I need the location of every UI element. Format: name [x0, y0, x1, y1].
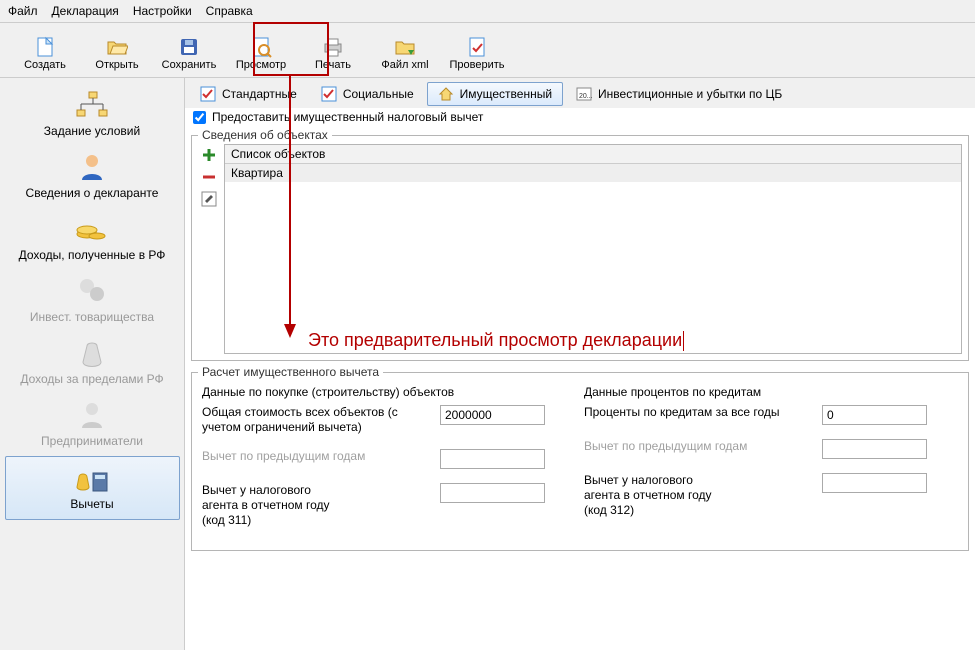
- tab-label: Имущественный: [460, 87, 552, 101]
- objects-toolbar: [198, 144, 220, 354]
- save-button[interactable]: Сохранить: [154, 27, 224, 73]
- remove-object-button[interactable]: [200, 168, 218, 186]
- xml-button[interactable]: Файл xml: [370, 27, 440, 73]
- grant-checkbox-row: Предоставить имущественный налоговый выч…: [185, 108, 975, 126]
- print-button[interactable]: Печать: [298, 27, 368, 73]
- create-button[interactable]: Создать: [10, 27, 80, 73]
- person-icon: [5, 150, 180, 184]
- objects-list[interactable]: Список объектов Квартира: [224, 144, 962, 354]
- calc-left-column: Данные по покупке (строительству) объект…: [202, 383, 576, 542]
- menu-settings[interactable]: Настройки: [133, 4, 192, 18]
- sidebar-label: Сведения о декларанте: [26, 186, 159, 200]
- col-title: Данные по покупке (строительству) объект…: [202, 383, 576, 405]
- preview-label: Просмотр: [236, 59, 286, 71]
- interest-label: Проценты по кредитам за все годы: [584, 405, 814, 420]
- preview-button[interactable]: Просмотр: [226, 27, 296, 73]
- objects-legend: Сведения об объектах: [198, 128, 332, 142]
- sidebar-item-conditions[interactable]: Задание условий: [5, 84, 180, 146]
- open-button[interactable]: Открыть: [82, 27, 152, 73]
- sidebar-label: Предприниматели: [41, 434, 143, 448]
- annotation-text: Это предварительный просмотр декларации: [308, 330, 684, 351]
- sidebar-label: Инвест. товарищества: [30, 310, 154, 324]
- deduction-tabs: Стандартные Социальные Имущественный 20.…: [185, 78, 975, 108]
- sidebar-item-income-abroad: Доходы за пределами РФ: [5, 332, 180, 394]
- edit-object-button[interactable]: [200, 190, 218, 208]
- agent-312-input[interactable]: [822, 473, 927, 493]
- prev-years-label: Вычет по предыдущим годам: [202, 449, 432, 464]
- total-cost-label: Общая стоимость всех объектов (с учетом …: [202, 405, 432, 435]
- xml-label: Файл xml: [381, 59, 428, 71]
- toolbar: Создать Открыть Сохранить Просмотр Печат…: [0, 23, 975, 78]
- tab-social[interactable]: Социальные: [310, 82, 425, 106]
- main-area: Стандартные Социальные Имущественный 20.…: [185, 78, 975, 650]
- sidebar-item-declarant[interactable]: Сведения о декларанте: [5, 146, 180, 208]
- objects-list-header: Список объектов: [225, 145, 961, 164]
- tab-label: Инвестиционные и убытки по ЦБ: [598, 87, 782, 101]
- preview-icon: [249, 35, 273, 59]
- check-label: Проверить: [449, 59, 504, 71]
- prev-years-int-label: Вычет по предыдущим годам: [584, 439, 814, 454]
- grant-checkbox[interactable]: [193, 111, 206, 124]
- sidebar-label: Вычеты: [70, 497, 113, 511]
- sidebar-item-deductions[interactable]: Вычеты: [5, 456, 180, 520]
- invest-icon: [5, 274, 180, 308]
- bag-icon: [5, 336, 180, 370]
- calc-fieldset: Расчет имущественного вычета Данные по п…: [191, 365, 969, 551]
- add-object-button[interactable]: [200, 146, 218, 164]
- sidebar-item-invest: Инвест. товарищества: [5, 270, 180, 332]
- coins-icon: [5, 212, 180, 246]
- conditions-icon: [5, 88, 180, 122]
- xml-icon: [393, 35, 417, 59]
- sidebar: Задание условий Сведения о декларанте До…: [0, 78, 185, 650]
- agent-311-input[interactable]: [440, 483, 545, 503]
- check-button[interactable]: Проверить: [442, 27, 512, 73]
- annotation-arrow-head: [284, 324, 296, 338]
- grant-checkbox-label: Предоставить имущественный налоговый выч…: [212, 110, 483, 124]
- prev-years-int-input[interactable]: [822, 439, 927, 459]
- sidebar-item-income-rf[interactable]: Доходы, полученные в РФ: [5, 208, 180, 270]
- new-file-icon: [33, 35, 57, 59]
- checkbox-icon: [321, 86, 337, 102]
- menu-file[interactable]: Файл: [8, 4, 38, 18]
- menu-help[interactable]: Справка: [206, 4, 253, 18]
- interest-input[interactable]: [822, 405, 927, 425]
- tab-invest[interactable]: 20... Инвестиционные и убытки по ЦБ: [565, 82, 793, 106]
- save-label: Сохранить: [162, 59, 217, 71]
- objects-fieldset: Сведения об объектах Список объектов Ква…: [191, 128, 969, 361]
- prev-years-input[interactable]: [440, 449, 545, 469]
- list-item[interactable]: Квартира: [225, 164, 961, 182]
- businessman-icon: [5, 398, 180, 432]
- checkbox-icon: [200, 86, 216, 102]
- print-label: Печать: [315, 59, 351, 71]
- folder-open-icon: [105, 35, 129, 59]
- print-icon: [321, 35, 345, 59]
- tab-property[interactable]: Имущественный: [427, 82, 563, 106]
- agent-311-label: Вычет у налоговогоагента в отчетном году…: [202, 483, 432, 528]
- calc-right-column: Данные процентов по кредитам Проценты по…: [584, 383, 958, 542]
- save-icon: [177, 35, 201, 59]
- tab-label: Стандартные: [222, 87, 297, 101]
- house-icon: [438, 86, 454, 102]
- calc-legend: Расчет имущественного вычета: [198, 365, 383, 379]
- agent-312-label: Вычет у налоговогоагента в отчетном году…: [584, 473, 814, 518]
- annotation-arrow-line: [289, 76, 291, 326]
- check-icon: [465, 35, 489, 59]
- col-title: Данные процентов по кредитам: [584, 383, 958, 405]
- sidebar-label: Доходы, полученные в РФ: [19, 248, 166, 262]
- calendar-icon: 20...: [576, 86, 592, 102]
- menu-declaration[interactable]: Декларация: [52, 4, 119, 18]
- total-cost-input[interactable]: [440, 405, 545, 425]
- text-cursor: [683, 331, 684, 351]
- sidebar-item-entrepreneurs: Предприниматели: [5, 394, 180, 456]
- sidebar-label: Доходы за пределами РФ: [20, 372, 163, 386]
- open-label: Открыть: [95, 59, 138, 71]
- svg-text:20...: 20...: [579, 93, 592, 100]
- tab-label: Социальные: [343, 87, 414, 101]
- deductions-icon: [6, 461, 179, 495]
- menubar: Файл Декларация Настройки Справка: [0, 0, 975, 23]
- sidebar-label: Задание условий: [44, 124, 140, 138]
- create-label: Создать: [24, 59, 66, 71]
